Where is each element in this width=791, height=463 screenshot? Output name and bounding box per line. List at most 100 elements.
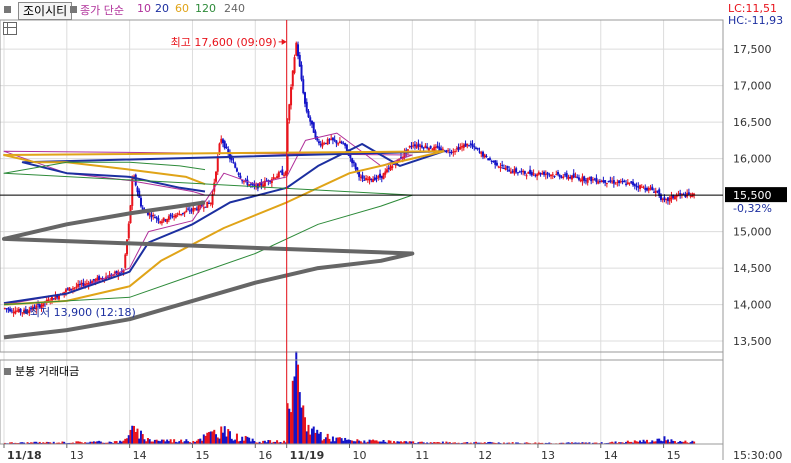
candle-body[interactable] [331, 137, 334, 141]
candle-body[interactable] [630, 181, 633, 183]
volume-bar[interactable] [321, 440, 324, 444]
candle-body[interactable] [363, 179, 366, 181]
candle-body[interactable] [621, 181, 624, 183]
volume-bar[interactable] [202, 434, 205, 444]
candle-body[interactable] [66, 288, 69, 290]
candle-body[interactable] [387, 167, 390, 169]
candle-body[interactable] [577, 177, 580, 180]
candle-body[interactable] [14, 310, 17, 314]
volume-bar[interactable] [185, 439, 188, 444]
candle-body[interactable] [70, 288, 73, 290]
candle-body[interactable] [445, 150, 448, 153]
candle-body[interactable] [310, 120, 313, 125]
candle-body[interactable] [321, 142, 324, 147]
candle-body[interactable] [338, 141, 341, 144]
volume-bar[interactable] [206, 432, 209, 444]
volume-bar[interactable] [326, 433, 329, 444]
candle-body[interactable] [380, 175, 383, 179]
candle-body[interactable] [309, 117, 312, 122]
candle-body[interactable] [375, 177, 378, 179]
candle-body[interactable] [377, 175, 380, 179]
candle-body[interactable] [466, 143, 469, 146]
volume-bar[interactable] [228, 431, 231, 444]
candle-body[interactable] [485, 156, 488, 158]
candle-body[interactable] [71, 288, 74, 290]
candle-body[interactable] [127, 223, 130, 239]
candle-body[interactable] [420, 145, 423, 148]
candle-body[interactable] [225, 146, 228, 149]
volume-bar[interactable] [131, 425, 134, 444]
candle-body[interactable] [513, 169, 516, 174]
candle-body[interactable] [157, 218, 160, 221]
volume-bar[interactable] [269, 440, 272, 444]
candle-body[interactable] [487, 158, 490, 161]
candle-body[interactable] [281, 169, 284, 176]
volume-bar[interactable] [290, 412, 293, 444]
candle-body[interactable] [473, 146, 476, 148]
candle-body[interactable] [618, 180, 621, 184]
candle-body[interactable] [64, 289, 67, 293]
candle-body[interactable] [85, 283, 88, 285]
volume-bar[interactable] [347, 439, 350, 444]
candle-body[interactable] [609, 180, 612, 182]
volume-bar[interactable] [370, 440, 373, 444]
candle-body[interactable] [495, 162, 498, 166]
candle-body[interactable] [386, 169, 389, 173]
candle-body[interactable] [37, 303, 40, 305]
candle-body[interactable] [562, 176, 565, 179]
volume-bar[interactable] [345, 439, 348, 444]
candle-body[interactable] [279, 171, 282, 173]
volume-bar[interactable] [148, 439, 151, 444]
candle-body[interactable] [626, 182, 629, 185]
volume-bar[interactable] [241, 436, 244, 444]
volume-bar[interactable] [344, 437, 347, 444]
candle-body[interactable] [468, 145, 471, 147]
candle-body[interactable] [614, 183, 617, 185]
candle-body[interactable] [509, 171, 512, 174]
candle-body[interactable] [574, 176, 577, 178]
candle-body[interactable] [344, 143, 347, 146]
candle-body[interactable] [532, 173, 535, 175]
volume-bar[interactable] [234, 439, 237, 444]
candle-body[interactable] [462, 144, 465, 148]
candle-body[interactable] [591, 179, 594, 181]
volume-bar[interactable] [356, 439, 359, 444]
candle-body[interactable] [73, 287, 76, 289]
candle-body[interactable] [424, 145, 427, 148]
candle-body[interactable] [221, 139, 224, 144]
volume-bar[interactable] [180, 439, 183, 444]
candle-body[interactable] [80, 282, 83, 285]
candle-body[interactable] [654, 190, 657, 193]
candle-body[interactable] [206, 201, 209, 208]
candle-body[interactable] [522, 170, 525, 173]
candle-body[interactable] [276, 176, 279, 179]
candle-body[interactable] [480, 152, 483, 154]
candle-body[interactable] [164, 219, 167, 221]
candle-body[interactable] [188, 210, 191, 212]
candle-body[interactable] [89, 282, 92, 284]
candle-body[interactable] [305, 101, 308, 112]
candle-body[interactable] [488, 158, 491, 160]
candle-body[interactable] [546, 172, 549, 175]
candle-body[interactable] [293, 57, 296, 73]
volume-bar[interactable] [323, 439, 326, 444]
volume-bar[interactable] [307, 424, 310, 444]
candle-body[interactable] [581, 176, 584, 182]
volume-bar[interactable] [312, 426, 315, 444]
candle-body[interactable] [635, 185, 638, 187]
candle-body[interactable] [78, 283, 81, 285]
candle-body[interactable] [185, 210, 188, 213]
candle-body[interactable] [593, 179, 596, 181]
volume-bar[interactable] [335, 437, 338, 444]
candle-body[interactable] [7, 308, 10, 310]
candle-body[interactable] [438, 146, 441, 151]
candle-body[interactable] [628, 182, 631, 184]
candle-body[interactable] [365, 177, 368, 181]
candle-body[interactable] [651, 186, 654, 191]
candle-body[interactable] [361, 175, 364, 179]
candle-body[interactable] [194, 208, 197, 210]
candle-body[interactable] [567, 177, 570, 180]
volume-bar[interactable] [276, 440, 279, 444]
candle-body[interactable] [187, 208, 190, 210]
volume-bar[interactable] [197, 439, 200, 444]
